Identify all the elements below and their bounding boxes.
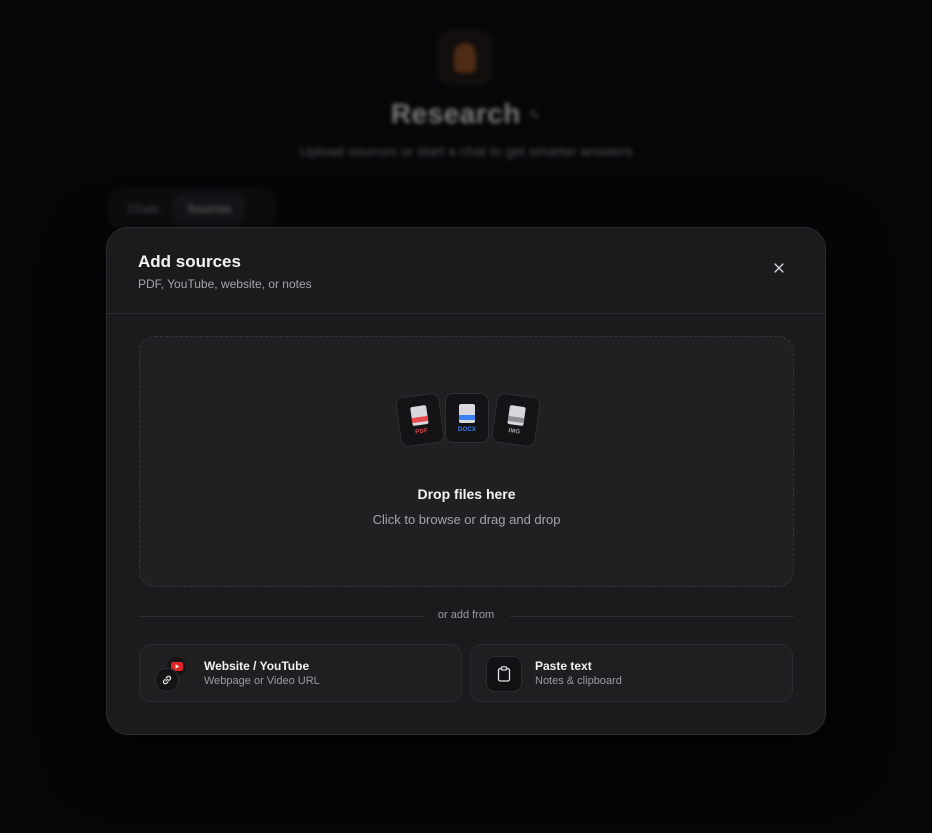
docx-file-icon: DOCX bbox=[445, 393, 489, 443]
divider-line-right bbox=[510, 616, 794, 617]
divider-text: or add from bbox=[437, 609, 495, 621]
close-icon bbox=[774, 263, 784, 273]
pdf-doc-icon bbox=[410, 404, 429, 426]
website-youtube-subtitle: Webpage or Video URL bbox=[204, 675, 320, 687]
link-icon bbox=[155, 668, 179, 692]
website-youtube-title: Website / YouTube bbox=[204, 659, 310, 673]
image-doc-icon bbox=[507, 404, 526, 426]
image-file-icon: IMG bbox=[490, 392, 542, 448]
add-sources-modal: Add sources PDF, YouTube, website, or no… bbox=[106, 227, 826, 735]
edit-pencil-icon: ✎ bbox=[528, 107, 542, 124]
close-button[interactable] bbox=[769, 258, 789, 278]
paste-text-button[interactable]: Paste text Notes & clipboard bbox=[470, 644, 793, 702]
modal-subtitle: PDF, YouTube, website, or notes bbox=[138, 277, 312, 291]
tab-chats[interactable]: Chats bbox=[114, 194, 173, 224]
pdf-label: PDF bbox=[414, 427, 429, 436]
modal-header: Add sources PDF, YouTube, website, or no… bbox=[107, 228, 825, 314]
dropzone-subtitle: Click to browse or drag and drop bbox=[372, 512, 561, 527]
tab-sources[interactable]: Sources bbox=[173, 194, 246, 224]
img-label: IMG bbox=[508, 427, 521, 436]
background-page: Research ✎ Upload sources or start a chat… bbox=[0, 0, 932, 240]
file-dropzone[interactable]: PDF DOCX IMG Drop files here Click to br… bbox=[139, 336, 794, 587]
paste-text-title: Paste text bbox=[535, 659, 592, 673]
tab-bar: Chats Sources bbox=[108, 188, 276, 230]
modal-title: Add sources bbox=[138, 252, 241, 271]
paste-text-subtitle: Notes & clipboard bbox=[535, 675, 622, 687]
add-website-youtube-button[interactable]: Website / YouTube Webpage or Video URL bbox=[139, 644, 462, 702]
notebook-subtitle: Upload sources or start a chat to get sm… bbox=[299, 143, 633, 159]
notebook-title: Research ✎ bbox=[0, 98, 932, 130]
docx-label: DOCX bbox=[457, 426, 477, 433]
notebook-icon bbox=[437, 30, 493, 86]
notebook-title-text: Research bbox=[390, 98, 521, 129]
pdf-file-icon: PDF bbox=[394, 392, 446, 448]
flame-icon bbox=[454, 43, 476, 73]
clipboard-icon bbox=[486, 656, 522, 692]
dropzone-title: Drop files here bbox=[417, 486, 516, 502]
docx-doc-icon bbox=[459, 403, 475, 423]
